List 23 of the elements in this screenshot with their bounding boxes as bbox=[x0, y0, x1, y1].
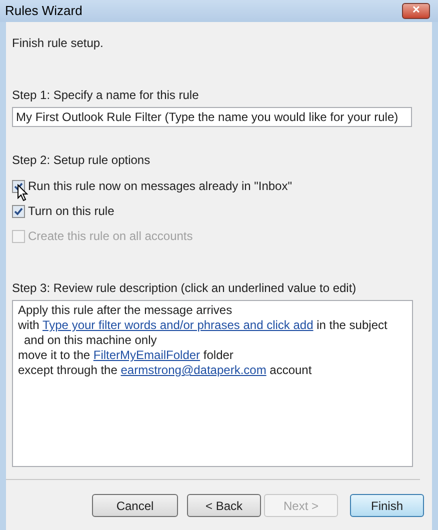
dialog-button[interactable]: < Back bbox=[187, 494, 261, 517]
checkmark-icon bbox=[14, 206, 23, 216]
step-label: Step 2: Setup rule options bbox=[12, 152, 152, 169]
description-line: with Type your filter words and/or phrases and click add in the subject bbox=[18, 318, 388, 333]
dialog-button[interactable]: Cancel bbox=[92, 494, 178, 517]
dialog-button[interactable]: Finish bbox=[350, 494, 424, 517]
option-label[interactable]: Turn on this rule bbox=[28, 202, 114, 220]
option-label[interactable]: Run this rule now on messages already in "Inbox" bbox=[28, 177, 292, 195]
description-line: except through the earmstrong@dataperk.com account bbox=[18, 363, 313, 378]
rule-name-field[interactable]: My First Outlook Rule Filter (Type the name you would like for your rule) bbox=[12, 107, 412, 127]
value-link[interactable]: FilterMyEmailFolder bbox=[93, 348, 200, 362]
checkmark-icon bbox=[14, 182, 23, 190]
heading-text: Finish rule setup. bbox=[12, 35, 104, 52]
description-line: move it to the FilterMyEmailFolder folder bbox=[18, 348, 234, 363]
value-link[interactable]: Type your filter words and/or phrases and click add bbox=[42, 318, 314, 332]
description-line: Apply this rule after the message arrives bbox=[18, 303, 234, 318]
description-line: and on this machine only bbox=[23, 333, 158, 348]
value-link[interactable]: earmstrong@dataperk.com bbox=[120, 363, 266, 377]
checkbox[interactable] bbox=[12, 204, 25, 218]
mouse-cursor-icon bbox=[17, 184, 29, 202]
step-label: Step 3: Review rule description (click an underlined value to edit) bbox=[12, 280, 358, 297]
step-label: Step 1: Specify a name for this rule bbox=[12, 87, 200, 104]
window-title: Rules Wizard bbox=[5, 2, 82, 20]
